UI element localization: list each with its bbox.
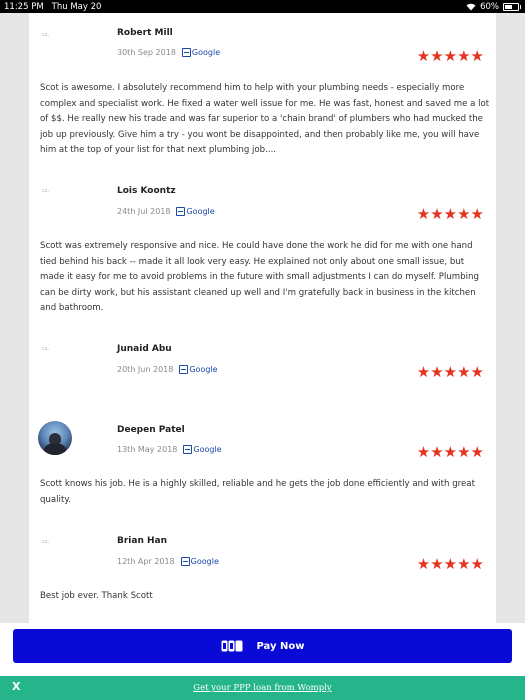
status-bar: 11:25 PM Thu May 20 60% <box>0 0 525 13</box>
google-icon <box>180 557 190 566</box>
google-icon <box>181 48 191 57</box>
review-meta: 20th Jun 2018 Google <box>117 365 218 374</box>
rating-stars: ★★★★★ <box>416 555 484 573</box>
wallet-icon <box>221 640 242 652</box>
broken-image-icon: ▭․ <box>42 345 49 352</box>
battery-icon <box>503 2 521 11</box>
review-date: 13th May 2018 <box>117 445 178 454</box>
rating-stars: ★★★★★ <box>416 443 484 461</box>
promo-link[interactable]: Get your PPP loan from Womply <box>193 683 331 693</box>
review-source: Google <box>193 445 222 454</box>
avatar: ▭․ <box>38 534 72 568</box>
review-date: 24th Jul 2018 <box>117 207 171 216</box>
review-source: Google <box>190 557 219 566</box>
broken-image-icon: ▭․ <box>42 187 49 194</box>
reviewer-name: Junaid Abu <box>117 344 172 354</box>
review-meta: 12th Apr 2018 Google <box>117 557 219 566</box>
review-source: Google <box>191 48 221 57</box>
pay-now-label: Pay Now <box>256 640 305 652</box>
broken-image-icon: ▭․ <box>42 538 49 545</box>
battery-percent: 60% <box>480 1 499 12</box>
broken-image-icon: ▭․ <box>42 31 49 38</box>
avatar: ▭․ <box>38 27 72 61</box>
review-meta: 24th Jul 2018 Google <box>117 207 215 216</box>
google-icon <box>176 207 186 216</box>
reviews-list[interactable]: ▭․ Robert Mill 30th Sep 2018 Google ★★★★… <box>29 13 496 623</box>
review-source: Google <box>186 207 215 216</box>
rating-stars: ★★★★★ <box>416 205 484 223</box>
rating-stars: ★★★★★ <box>416 363 484 381</box>
review-text: Scott knows his job. He is a highly skil… <box>40 479 475 505</box>
google-icon <box>183 445 193 454</box>
status-date: Thu May 20 <box>51 1 102 12</box>
review-text: Scot is awesome. I absolutely recommend … <box>40 83 490 156</box>
pay-bar: Pay Now <box>0 623 525 676</box>
review-text: Best job ever. Thank Scott <box>40 591 153 601</box>
review-date: 20th Jun 2018 <box>117 365 174 374</box>
close-promo-button[interactable]: X <box>12 680 20 693</box>
pay-now-button[interactable]: Pay Now <box>13 629 512 663</box>
wifi-icon <box>466 3 476 10</box>
google-icon <box>179 365 189 374</box>
review-date: 30th Sep 2018 <box>117 48 176 57</box>
reviewer-name: Deepen Patel <box>117 425 185 435</box>
review-source: Google <box>189 365 218 374</box>
reviewer-name: Lois Koontz <box>117 186 176 196</box>
review-date: 12th Apr 2018 <box>117 557 175 566</box>
status-time: 11:25 PM <box>4 1 44 12</box>
promo-banner: X Get your PPP loan from Womply <box>0 676 525 700</box>
avatar: ▭․ <box>38 183 72 217</box>
rating-stars: ★★★★★ <box>416 47 484 65</box>
review-meta: 13th May 2018 Google <box>117 445 222 454</box>
reviewer-name: Robert Mill <box>117 28 173 38</box>
avatar <box>38 421 72 455</box>
avatar: ▭․ <box>38 341 72 375</box>
review-meta: 30th Sep 2018 Google <box>117 48 220 57</box>
review-text: Scott was extremely responsive and nice.… <box>40 241 479 314</box>
reviewer-name: Brian Han <box>117 536 168 546</box>
